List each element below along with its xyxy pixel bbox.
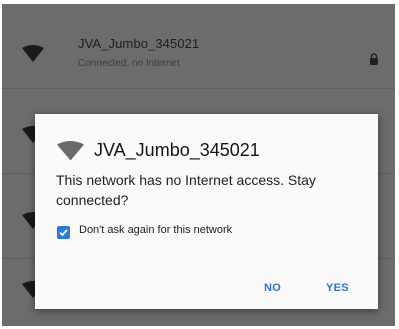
- no-internet-dialog: JVA_Jumbo_345021 This network has no Int…: [35, 114, 378, 309]
- dont-ask-again-label[interactable]: Don't ask again for this network: [79, 224, 232, 236]
- dont-ask-again-checkbox[interactable]: [57, 226, 70, 239]
- wifi-icon: [57, 141, 84, 161]
- check-icon: [59, 229, 68, 237]
- dialog-title: JVA_Jumbo_345021: [94, 140, 260, 160]
- screenshot-frame: JVA_Jumbo_345021 Connected, no Internet: [0, 0, 399, 329]
- yes-button[interactable]: YES: [326, 282, 349, 294]
- dialog-message: This network has no Internet access. Sta…: [56, 172, 316, 208]
- no-button[interactable]: NO: [264, 282, 281, 294]
